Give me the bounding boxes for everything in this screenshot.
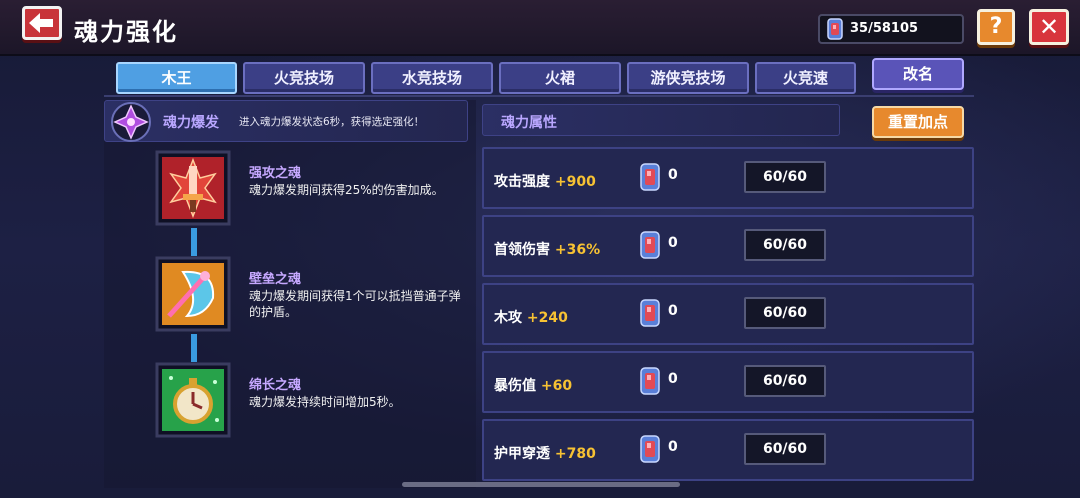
tab-water-arena[interactable]: 水竞技场 bbox=[371, 62, 493, 94]
rename-button[interactable]: 改名 bbox=[872, 58, 964, 90]
attribute-row: 木攻 +240 0 60/60 bbox=[482, 283, 974, 345]
attribute-name: 攻击强度 +900 bbox=[494, 174, 596, 190]
currency-value: 35/58105 bbox=[850, 21, 919, 36]
skill-description: 魂力爆发持续时间增加5秒。 bbox=[249, 395, 401, 409]
soul-attributes-title: 魂力属性 bbox=[501, 115, 557, 131]
soul-gem-icon bbox=[827, 18, 843, 40]
attribute-name: 木攻 +240 bbox=[494, 310, 568, 326]
tab-wood-king[interactable]: 木王 bbox=[116, 62, 237, 94]
attribute-bonus: +900 bbox=[554, 174, 596, 190]
attribute-row: 攻击强度 +900 0 60/60 bbox=[482, 147, 974, 209]
skill-connector bbox=[191, 334, 197, 362]
soul-gem-icon bbox=[640, 299, 660, 327]
currency-display: 35/58105 bbox=[818, 14, 964, 44]
attribute-bonus: +780 bbox=[554, 446, 596, 462]
back-button[interactable] bbox=[22, 6, 62, 40]
tab-fire-skirt[interactable]: 火裙 bbox=[499, 62, 621, 94]
skill-description: 魂力爆发期间获得1个可以抵挡普通子弹的护盾。 bbox=[249, 289, 461, 319]
attribute-bonus: +36% bbox=[554, 242, 601, 258]
page-title: 魂力强化 bbox=[74, 18, 178, 46]
skill-name: 绵长之魂 bbox=[249, 378, 302, 393]
soul-gem-icon bbox=[640, 367, 660, 395]
attribute-gem-count: 0 bbox=[668, 303, 678, 319]
soul-burst-icon bbox=[111, 102, 151, 142]
skill-description: 魂力爆发期间获得25%的伤害加成。 bbox=[249, 183, 444, 197]
attribute-level[interactable]: 60/60 bbox=[744, 297, 826, 329]
tab-fire-speed[interactable]: 火竞速 bbox=[755, 62, 856, 94]
attribute-name: 护甲穿透 +780 bbox=[494, 446, 596, 462]
skill-sword-soul[interactable] bbox=[153, 148, 233, 228]
attribute-bonus: +60 bbox=[540, 378, 573, 394]
shield-soul-icon bbox=[155, 256, 231, 332]
tab-ranger-arena[interactable]: 游侠竞技场 bbox=[627, 62, 749, 94]
tab-divider bbox=[104, 95, 974, 97]
attribute-level[interactable]: 60/60 bbox=[744, 229, 826, 261]
attribute-bonus: +240 bbox=[526, 310, 568, 326]
sword-soul-icon bbox=[155, 150, 231, 226]
skill-clock-soul[interactable] bbox=[153, 360, 233, 440]
top-bar: 魂力强化 35/58105 ? ✕ bbox=[0, 0, 1080, 56]
close-button[interactable]: ✕ bbox=[1029, 9, 1069, 45]
skill-name: 壁垒之魂 bbox=[249, 272, 302, 287]
attribute-row: 护甲穿透 +780 0 60/60 bbox=[482, 419, 974, 481]
soul-burst-description: 进入魂力爆发状态6秒，获得选定强化！ bbox=[239, 116, 425, 128]
clock-soul-icon bbox=[155, 362, 231, 438]
attribute-gem-count: 0 bbox=[668, 371, 678, 387]
skill-shield-soul[interactable] bbox=[153, 254, 233, 334]
attribute-name: 首领伤害 +36% bbox=[494, 242, 601, 258]
soul-burst-title: 魂力爆发 bbox=[163, 115, 219, 131]
help-button[interactable]: ? bbox=[977, 9, 1015, 45]
attribute-row: 首领伤害 +36% 0 60/60 bbox=[482, 215, 974, 277]
attribute-level[interactable]: 60/60 bbox=[744, 433, 826, 465]
attribute-name: 暴伤值 +60 bbox=[494, 378, 573, 394]
reset-points-button[interactable]: 重置加点 bbox=[872, 106, 964, 138]
attribute-level[interactable]: 60/60 bbox=[744, 161, 826, 193]
soul-gem-icon bbox=[640, 435, 660, 463]
attribute-row: 暴伤值 +60 0 60/60 bbox=[482, 351, 974, 413]
soul-gem-icon bbox=[640, 231, 660, 259]
tab-fire-arena[interactable]: 火竞技场 bbox=[243, 62, 365, 94]
skill-connector bbox=[191, 228, 197, 256]
attribute-gem-count: 0 bbox=[668, 167, 678, 183]
attribute-level[interactable]: 60/60 bbox=[744, 365, 826, 397]
soul-attributes-header: 魂力属性 bbox=[482, 104, 840, 136]
skill-name: 强攻之魂 bbox=[249, 166, 302, 181]
soul-gem-icon bbox=[640, 163, 660, 191]
attribute-gem-count: 0 bbox=[668, 235, 678, 251]
attribute-gem-count: 0 bbox=[668, 439, 678, 455]
horizontal-scrollbar[interactable] bbox=[402, 482, 680, 487]
soul-burst-header: 魂力爆发 进入魂力爆发状态6秒，获得选定强化！ bbox=[104, 100, 468, 142]
back-arrow-icon bbox=[29, 13, 53, 33]
